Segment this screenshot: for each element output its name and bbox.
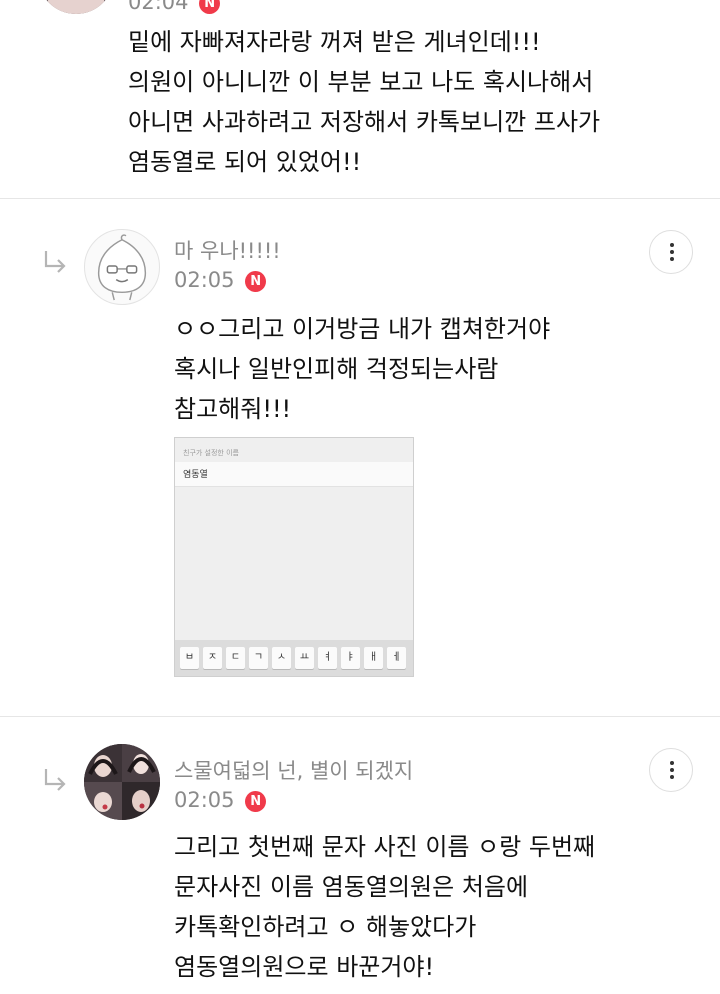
more-options-button[interactable] — [649, 748, 693, 792]
attached-image-value: 염동열 — [183, 470, 208, 480]
comment-time: 02:05 N — [174, 788, 267, 812]
attached-image-label: 친구가 설정한 이름 — [183, 449, 239, 457]
comment-top: 02:04 N 밑에 자빠져자라랑 꺼져 받은 게녀인데!!! 의원이 아니니깐… — [0, 0, 720, 198]
new-badge: N — [245, 271, 267, 292]
comment-body: 그리고 첫번째 문자 사진 이름 ㅇ랑 두번째 문자사진 이름 염동열의원은 처… — [174, 833, 596, 981]
cartoon-face-avatar-icon — [97, 234, 147, 301]
key: ㅅ — [272, 647, 291, 669]
avatar[interactable] — [84, 229, 160, 305]
key: ㄷ — [226, 647, 245, 669]
key: ㄱ — [249, 647, 268, 669]
reply-arrow-icon — [44, 251, 66, 273]
key: ㅈ — [203, 647, 222, 669]
key: ㅑ — [341, 647, 360, 669]
more-vertical-icon — [670, 243, 674, 247]
comment-body: ㅇㅇ그리고 이거방금 내가 캡쳐한거야 혹시나 일반인피해 걱정되는사람 참고해… — [174, 315, 551, 423]
key: ㅛ — [295, 647, 314, 669]
more-vertical-icon — [670, 761, 674, 765]
comment-reply: 마 우나!!!!! 02:05 N ㅇㅇ그리고 이거방금 내가 캡쳐한거야 혹시… — [0, 199, 720, 716]
comment-time-top: 02:04 N — [128, 0, 221, 14]
comment-author[interactable]: 스물여덟의 넌, 별이 되겠지 — [174, 755, 413, 785]
comment-reply: 스물여덟의 넌, 별이 되겠지 02:05 N 그리고 첫번째 문자 사진 이름… — [0, 717, 720, 994]
avatar[interactable] — [84, 744, 160, 820]
key: ㅔ — [387, 647, 406, 669]
comment-time: 02:05 N — [174, 268, 267, 292]
reply-arrow-icon — [44, 769, 66, 791]
attached-image-field: 염동열 — [175, 462, 413, 487]
comment-author[interactable]: 마 우나!!!!! — [174, 235, 281, 265]
key: ㅕ — [318, 647, 337, 669]
keyboard-row: ㅂ ㅈ ㄷ ㄱ ㅅ ㅛ ㅕ ㅑ ㅐ ㅔ — [175, 640, 413, 676]
more-options-button[interactable] — [649, 230, 693, 274]
photo-collage-avatar-icon — [84, 744, 160, 820]
comment-body: 밑에 자빠져자라랑 꺼져 받은 게녀인데!!! 의원이 아니니깐 이 부분 보고… — [128, 28, 601, 176]
new-badge: N — [245, 791, 267, 812]
new-badge: N — [199, 0, 221, 14]
attached-image[interactable]: 친구가 설정한 이름 염동열 ㅂ ㅈ ㄷ ㄱ ㅅ ㅛ ㅕ ㅑ ㅐ ㅔ — [174, 437, 414, 677]
key: ㅂ — [180, 647, 199, 669]
key: ㅐ — [364, 647, 383, 669]
avatar-top[interactable] — [38, 0, 114, 14]
